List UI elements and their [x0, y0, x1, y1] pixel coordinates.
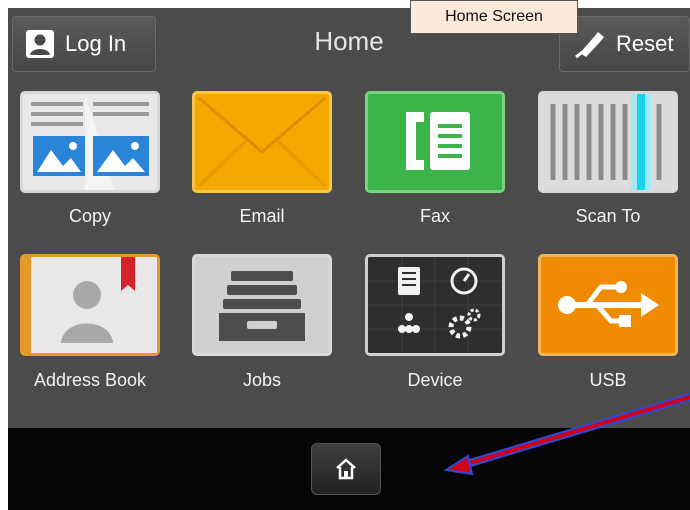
app-label-copy: Copy — [68, 206, 112, 226]
annotation-label: Home Screen — [445, 8, 543, 25]
app-tile-copy[interactable] — [20, 91, 160, 193]
fax-icon — [368, 94, 502, 190]
app-tile-scan-to[interactable] — [538, 91, 678, 193]
reset-label: Reset — [616, 31, 674, 56]
usb-icon — [541, 257, 675, 353]
bottom-dock — [8, 428, 690, 510]
top-bar: Log In Home Reset — [8, 8, 690, 80]
app-tile-address-book[interactable] — [20, 254, 160, 356]
printer-home-screen: Log In Home Reset Copy Email Fax Scan To… — [8, 8, 690, 510]
address-book-icon — [23, 257, 157, 353]
annotation-callout: Home Screen — [410, 0, 578, 34]
app-tile-usb[interactable] — [538, 254, 678, 356]
app-label-address-book: Address Book — [33, 370, 147, 390]
jobs-icon — [195, 257, 329, 353]
app-tile-fax[interactable] — [365, 91, 505, 193]
eraser-icon — [575, 32, 604, 59]
app-label-email: Email — [239, 206, 285, 226]
device-icon — [368, 257, 502, 353]
home-icon — [336, 458, 356, 480]
app-tile-jobs[interactable] — [192, 254, 332, 356]
app-label-jobs: Jobs — [242, 370, 282, 390]
envelope-icon — [195, 94, 329, 190]
scanner-icon — [541, 94, 675, 190]
app-label-fax: Fax — [419, 206, 450, 226]
app-label-usb: USB — [589, 370, 627, 390]
reset-button[interactable]: Reset — [559, 16, 690, 72]
app-tile-device[interactable] — [365, 254, 505, 356]
home-button[interactable] — [311, 443, 381, 495]
app-label-scan-to: Scan To — [575, 206, 641, 226]
app-label-device: Device — [407, 370, 463, 390]
copy-icon — [23, 94, 157, 190]
app-tile-email[interactable] — [192, 91, 332, 193]
